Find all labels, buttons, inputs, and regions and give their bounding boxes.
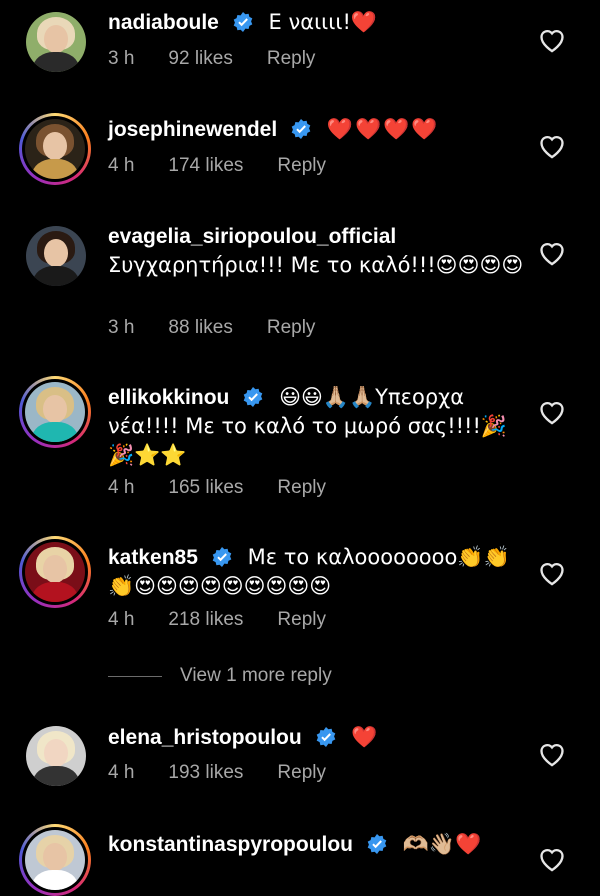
comment-text: Συγχαρητήρια!!! Με το καλό!!!😍😍😍😍 [108,253,524,277]
avatar[interactable] [26,12,86,72]
comment-time: 4 h [108,609,135,630]
avatar[interactable] [19,376,91,448]
username[interactable]: nadiaboule [108,11,219,34]
comment-time: 4 h [108,155,135,176]
like-count[interactable]: 165 likes [168,477,243,499]
comment-time: 4 h [108,477,135,498]
reply-button[interactable]: Reply [277,155,326,177]
like-count[interactable]: 92 likes [168,48,232,70]
reply-button[interactable]: Reply [267,317,316,339]
comment-time: 3 h [108,48,135,69]
comment-text: ❤️❤️❤️❤️ [326,117,440,141]
username[interactable]: ellikokkinou [108,386,229,409]
verified-badge-icon [243,387,263,407]
like-count[interactable]: 88 likes [168,317,232,339]
reply-button[interactable]: Reply [277,477,326,499]
like-count[interactable]: 193 likes [168,762,243,784]
heart-outline-icon[interactable] [538,27,566,53]
username[interactable]: elena_hristopoulou [108,726,302,749]
verified-badge-icon [233,12,253,32]
heart-outline-icon[interactable] [538,240,566,266]
heart-outline-icon[interactable] [538,560,566,586]
like-count[interactable]: 174 likes [168,155,243,177]
reply-button[interactable]: Reply [277,609,326,631]
heart-outline-icon[interactable] [538,741,566,767]
avatar[interactable] [26,226,86,286]
verified-badge-icon [367,834,387,854]
avatar[interactable] [19,824,91,896]
verified-badge-icon [212,547,232,567]
comment-time: 3 h [108,317,135,338]
avatar[interactable] [19,113,91,185]
username[interactable]: konstantinaspyropoulou [108,833,353,856]
avatar[interactable] [26,726,86,786]
avatar[interactable] [19,536,91,608]
view-more-label[interactable]: View 1 more reply [180,665,332,687]
username[interactable]: evagelia_siriopoulou_official [108,225,396,248]
heart-outline-icon[interactable] [538,399,566,425]
verified-badge-icon [316,727,335,747]
heart-outline-icon[interactable] [538,846,566,872]
heart-outline-icon[interactable] [538,133,566,159]
username[interactable]: josephinewendel [108,118,277,141]
divider [108,675,162,677]
comment-text: ❤️ [351,725,380,749]
verified-badge-icon [291,119,311,139]
reply-button[interactable]: Reply [267,48,316,70]
like-count[interactable]: 218 likes [168,609,243,631]
username[interactable]: katken85 [108,546,198,569]
comment-time: 4 h [108,762,135,783]
comment-text: 🫶🏼👋🏼❤️ [402,832,482,856]
comment-text: Ε ναιιιι!❤️ [268,10,378,34]
view-more-replies[interactable]: View 1 more reply [108,665,332,687]
reply-button[interactable]: Reply [277,762,326,784]
